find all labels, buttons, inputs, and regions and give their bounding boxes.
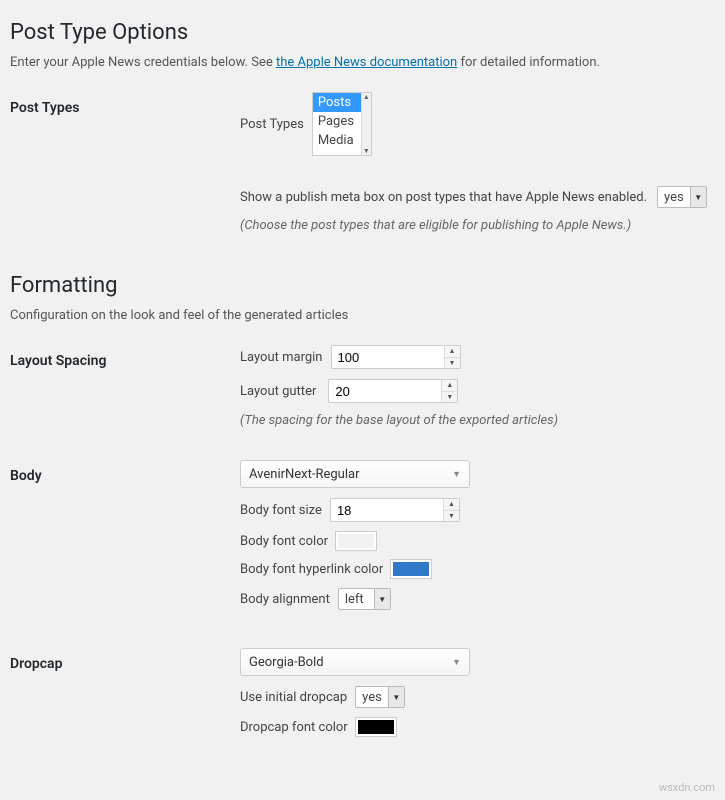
section-desc-formatting: Configuration on the look and feel of th… bbox=[10, 308, 715, 323]
row-post-types: Post Types Post Types Posts Pages Media … bbox=[10, 92, 715, 245]
use-dropcap-select[interactable]: yes ▼ bbox=[355, 686, 405, 708]
sublabel-body-font-color: Body font color bbox=[240, 534, 328, 549]
listbox-scrollbar[interactable]: ▲ ▼ bbox=[361, 93, 371, 155]
sublabel-post-types: Post Types bbox=[240, 117, 304, 132]
layout-gutter-input[interactable] bbox=[328, 379, 458, 403]
apple-news-docs-link[interactable]: the Apple News documentation bbox=[276, 55, 457, 70]
label-layout-spacing: Layout Spacing bbox=[10, 345, 240, 369]
row-layout-spacing: Layout Spacing Layout margin ▲ ▼ Layout … bbox=[10, 345, 715, 440]
sublabel-layout-margin: Layout margin bbox=[240, 350, 323, 365]
body-hyperlink-color-swatch[interactable] bbox=[391, 560, 431, 578]
layout-margin-input-wrapper: ▲ ▼ bbox=[331, 345, 461, 369]
body-alignment-select[interactable]: left ▼ bbox=[338, 588, 391, 610]
scroll-down-icon[interactable]: ▼ bbox=[363, 147, 370, 155]
section-title-formatting: Formatting bbox=[10, 273, 715, 298]
row-dropcap: Dropcap Georgia-Bold ▼ Use initial dropc… bbox=[10, 648, 715, 746]
chevron-down-icon: ▼ bbox=[452, 469, 461, 480]
label-post-types: Post Types bbox=[10, 92, 240, 116]
sublabel-body-hyperlink-color: Body font hyperlink color bbox=[240, 562, 383, 577]
sublabel-body-font-size: Body font size bbox=[240, 503, 322, 518]
chevron-down-icon: ▼ bbox=[690, 187, 706, 207]
spinner-down-icon[interactable]: ▼ bbox=[445, 358, 460, 369]
label-dropcap: Dropcap bbox=[10, 648, 240, 672]
chevron-down-icon: ▼ bbox=[374, 589, 390, 609]
sublabel-body-alignment: Body alignment bbox=[240, 592, 330, 607]
section-title-post-type-options: Post Type Options bbox=[10, 20, 715, 45]
spinner-down-icon[interactable]: ▼ bbox=[444, 511, 459, 522]
post-types-listbox[interactable]: Posts Pages Media ▲ ▼ bbox=[312, 92, 372, 156]
label-meta-box: Show a publish meta box on post types th… bbox=[240, 190, 647, 205]
spinner-down-icon[interactable]: ▼ bbox=[442, 392, 457, 403]
sublabel-use-dropcap: Use initial dropcap bbox=[240, 690, 347, 705]
body-font-color-swatch[interactable] bbox=[336, 532, 376, 550]
label-body: Body bbox=[10, 460, 240, 484]
sublabel-layout-gutter: Layout gutter bbox=[240, 384, 316, 399]
helper-post-types: (Choose the post types that are eligible… bbox=[240, 218, 715, 233]
helper-layout: (The spacing for the base layout of the … bbox=[240, 413, 715, 428]
section-desc-post-type-options: Enter your Apple News credentials below.… bbox=[10, 55, 715, 70]
row-body: Body AvenirNext-Regular ▼ Body font size… bbox=[10, 460, 715, 620]
layout-gutter-input-wrapper: ▲ ▼ bbox=[328, 379, 458, 403]
section-post-type-options: Post Type Options Enter your Apple News … bbox=[10, 20, 715, 245]
layout-margin-input[interactable] bbox=[331, 345, 461, 369]
body-font-size-input-wrapper: ▲ ▼ bbox=[330, 498, 460, 522]
spinner-up-icon[interactable]: ▲ bbox=[442, 380, 457, 392]
chevron-down-icon: ▼ bbox=[452, 657, 461, 668]
body-font-select[interactable]: AvenirNext-Regular ▼ bbox=[240, 460, 470, 488]
body-font-size-input[interactable] bbox=[330, 498, 460, 522]
dropcap-font-color-swatch[interactable] bbox=[356, 718, 396, 736]
spinner-up-icon[interactable]: ▲ bbox=[445, 346, 460, 358]
spinner-up-icon[interactable]: ▲ bbox=[444, 499, 459, 511]
scroll-up-icon[interactable]: ▲ bbox=[363, 93, 370, 101]
section-formatting: Formatting Configuration on the look and… bbox=[10, 273, 715, 746]
chevron-down-icon: ▼ bbox=[388, 687, 404, 707]
watermark: wsxdn.com bbox=[659, 781, 715, 794]
meta-box-select[interactable]: yes ▼ bbox=[657, 186, 707, 208]
sublabel-dropcap-font-color: Dropcap font color bbox=[240, 720, 348, 735]
dropcap-font-select[interactable]: Georgia-Bold ▼ bbox=[240, 648, 470, 676]
